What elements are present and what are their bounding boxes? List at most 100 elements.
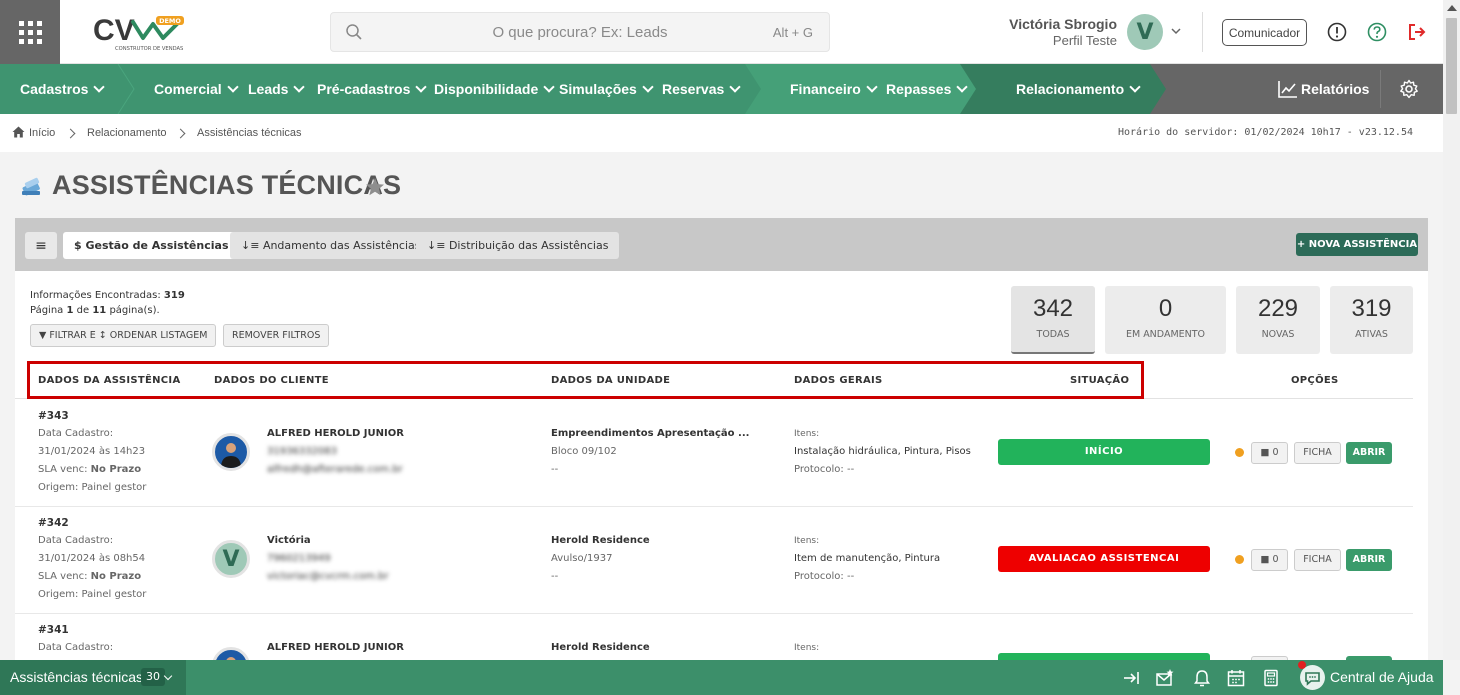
- sla-line: SLA venc: No Prazo: [38, 571, 142, 582]
- help-icon[interactable]: [1367, 22, 1387, 42]
- bell-icon[interactable]: [1193, 669, 1211, 687]
- client-name[interactable]: ALFRED HEROLD JUNIOR: [267, 639, 404, 657]
- chart-line-icon: [1278, 81, 1297, 98]
- chevron-right-icon: [65, 128, 76, 139]
- nav-item-repasses[interactable]: Repasses: [886, 64, 969, 114]
- results-count: 319: [163, 290, 185, 301]
- comments-button[interactable]: ■ 0: [1251, 549, 1288, 571]
- star-icon[interactable]: [365, 177, 385, 197]
- ficha-button[interactable]: FICHA: [1294, 442, 1341, 464]
- chevron-down-icon: [956, 81, 969, 93]
- calendar-icon[interactable]: [1227, 669, 1245, 687]
- chat-help-icon: [1300, 665, 1325, 690]
- assistance-id[interactable]: #343: [38, 407, 69, 425]
- logo-badge: DEMO: [159, 17, 181, 25]
- chevron-down-icon[interactable]: [1170, 26, 1182, 36]
- grid-icon: [18, 20, 42, 44]
- unit-name[interactable]: Empreendimentos Apresentação ...: [551, 425, 749, 443]
- ficha-button[interactable]: FICHA: [1294, 549, 1341, 571]
- unit-block: Avulso/1937: [551, 553, 613, 564]
- scroll-up-arrow[interactable]: [1447, 5, 1457, 11]
- stat-ativas[interactable]: 319 ATIVAS: [1330, 286, 1413, 354]
- client-phone: 7960213949: [267, 553, 331, 564]
- nav-item-comercial[interactable]: Comercial: [154, 64, 239, 114]
- logout-icon[interactable]: [1407, 22, 1427, 42]
- stat-em-andamento[interactable]: 0 EM ANDAMENTO: [1105, 286, 1226, 354]
- cadastro-label: Data Cadastro:: [38, 428, 114, 439]
- new-assistance-button[interactable]: + NOVA ASSISTÊNCIA: [1296, 233, 1418, 256]
- abrir-button[interactable]: ABRIR: [1346, 549, 1392, 571]
- nav-item-pre-cadastros[interactable]: Pré-cadastros: [317, 64, 428, 114]
- status-badge[interactable]: AVALIACAO ASSISTENCAI: [998, 546, 1210, 572]
- mail-star-icon[interactable]: [1156, 669, 1174, 687]
- nav-divider: [1380, 70, 1381, 108]
- user-info[interactable]: Victória Sbrogio Perfil Teste: [1009, 16, 1117, 48]
- help-center-button[interactable]: Central de Ajuda: [1298, 661, 1443, 690]
- main-panel: ≡ $ Gestão de Assistências ↓≡ Andamento …: [15, 218, 1428, 660]
- priority-dot: [1235, 448, 1244, 457]
- status-badge[interactable]: [998, 653, 1210, 660]
- footer-module[interactable]: Assistências técnicas 30: [0, 660, 186, 695]
- chevron-down-icon: [93, 81, 106, 93]
- nav-item-disponibilidade[interactable]: Disponibilidade: [434, 64, 555, 114]
- stat-novas[interactable]: 229 NOVAS: [1236, 286, 1320, 354]
- arrow-right-to-bar-icon[interactable]: [1122, 669, 1140, 687]
- menu-toggle-button[interactable]: ≡: [25, 232, 57, 259]
- assistance-id[interactable]: #341: [38, 621, 69, 639]
- nav-item-relacionamento[interactable]: Relacionamento: [1016, 64, 1141, 114]
- chevron-right-icon: [175, 128, 186, 139]
- items-label: Itens:: [794, 643, 820, 653]
- tab-andamento[interactable]: ↓≡ Andamento das Assistências: [230, 232, 432, 259]
- table-row[interactable]: #341 Data Cadastro: ALFRED HEROLD JUNIOR…: [15, 614, 1413, 660]
- remove-filters-button[interactable]: REMOVER FILTROS: [223, 324, 330, 347]
- gear-icon[interactable]: [1399, 79, 1419, 99]
- nav-item-simulacoes[interactable]: Simulações: [559, 64, 654, 114]
- top-header: CV DEMO CONSTRUTOR DE VENDAS O que procu…: [0, 0, 1443, 64]
- client-name[interactable]: ALFRED HEROLD JUNIOR: [267, 425, 404, 443]
- nav-item-cadastros[interactable]: Cadastros: [20, 64, 106, 114]
- tab-distribuicao[interactable]: ↓≡ Distribuição das Assistências: [416, 232, 620, 259]
- user-avatar[interactable]: V: [1127, 14, 1163, 50]
- notification-dot: [1298, 661, 1306, 669]
- search-placeholder: O que procura? Ex: Leads: [492, 24, 668, 41]
- alert-info-icon[interactable]: [1327, 22, 1347, 42]
- breadcrumb-relacionamento[interactable]: Relacionamento: [87, 127, 167, 139]
- logo[interactable]: CV DEMO CONSTRUTOR DE VENDAS: [93, 12, 188, 54]
- assistance-id[interactable]: #342: [38, 514, 69, 532]
- comments-icon: ■: [1260, 447, 1273, 458]
- items-value: Item de manutenção, Pintura: [794, 553, 941, 564]
- comments-icon: ■: [1260, 554, 1273, 565]
- search-box[interactable]: O que procura? Ex: Leads Alt + G: [330, 12, 830, 52]
- unit-name[interactable]: Herold Residence: [551, 532, 650, 550]
- stat-todas[interactable]: 342 TODAS: [1011, 286, 1095, 354]
- footer-title: Assistências técnicas: [10, 669, 144, 685]
- status-badge[interactable]: INÍCIO: [998, 439, 1210, 465]
- app-window: CV DEMO CONSTRUTOR DE VENDAS O que procu…: [0, 0, 1460, 695]
- client-name[interactable]: Victória: [267, 532, 311, 550]
- comments-button[interactable]: ■ 0: [1251, 442, 1288, 464]
- chevron-down-icon: [1129, 81, 1141, 93]
- chevron-down-icon: [642, 81, 654, 93]
- sort-icon: ↓≡: [427, 239, 449, 252]
- nav-item-relatorios[interactable]: Relatórios: [1301, 64, 1369, 114]
- home-icon[interactable]: [12, 126, 25, 138]
- tab-gestao[interactable]: $ Gestão de Assistências: [63, 232, 240, 259]
- abrir-button[interactable]: ABRIR: [1346, 442, 1392, 464]
- calculator-icon[interactable]: [1262, 669, 1280, 687]
- nav-item-reservas[interactable]: Reservas: [662, 64, 741, 114]
- chevron-down-icon: [227, 81, 239, 93]
- table-row[interactable]: #343 Data Cadastro: 31/01/2024 às 14h23 …: [15, 400, 1413, 507]
- apps-grid-button[interactable]: [0, 0, 60, 64]
- scrollbar-thumb[interactable]: [1446, 18, 1457, 114]
- header-divider: [1202, 12, 1203, 52]
- filter-sort-button[interactable]: ▼ FILTRAR E ↕ ORDENAR LISTAGEM: [30, 324, 217, 347]
- breadcrumb-home[interactable]: Início: [29, 127, 55, 139]
- client-photo-icon: [226, 657, 236, 660]
- nav-item-leads[interactable]: Leads: [248, 64, 306, 114]
- unit-name[interactable]: Herold Residence: [551, 639, 650, 657]
- items-label: Itens:: [794, 536, 820, 546]
- communicator-button[interactable]: Comunicador: [1222, 19, 1307, 46]
- client-avatar: [212, 647, 250, 660]
- nav-item-financeiro[interactable]: Financeiro: [790, 64, 878, 114]
- table-row[interactable]: #342 Data Cadastro: 31/01/2024 às 08h54 …: [15, 507, 1413, 614]
